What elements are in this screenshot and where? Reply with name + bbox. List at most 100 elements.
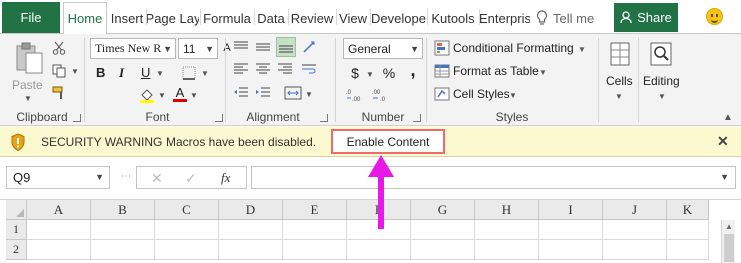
cells-dropdown-icon[interactable]: ▼ bbox=[615, 92, 623, 101]
percent-button[interactable]: % bbox=[380, 64, 398, 82]
scroll-up-icon[interactable]: ▲ bbox=[725, 222, 733, 231]
formula-bar-grip-icon[interactable]: ⋮ bbox=[120, 171, 131, 180]
paste-icon[interactable] bbox=[12, 40, 46, 76]
tab-formulas[interactable]: Formula bbox=[201, 2, 253, 34]
increase-indent-icon[interactable] bbox=[254, 84, 272, 102]
column-header[interactable]: I bbox=[539, 200, 603, 220]
grid-cell[interactable] bbox=[283, 240, 347, 260]
tab-insert[interactable]: Insert bbox=[108, 2, 146, 34]
formula-input[interactable]: ▼ bbox=[251, 166, 736, 189]
grid-cell[interactable] bbox=[667, 240, 709, 260]
editing-icon[interactable] bbox=[648, 40, 674, 68]
column-header[interactable]: D bbox=[219, 200, 283, 220]
align-middle-icon[interactable] bbox=[254, 38, 272, 56]
fill-color-dropdown-icon[interactable]: ▼ bbox=[158, 91, 166, 100]
column-header[interactable]: K bbox=[667, 200, 709, 220]
share-button[interactable]: Share bbox=[614, 3, 678, 32]
close-icon[interactable]: ✕ bbox=[717, 133, 729, 150]
comma-button[interactable]: , bbox=[405, 60, 421, 80]
enable-content-button[interactable]: Enable Content bbox=[331, 129, 445, 154]
conditional-formatting-dropdown-icon[interactable]: ▼ bbox=[578, 45, 586, 54]
name-box[interactable]: Q9 ▼ bbox=[6, 166, 110, 189]
font-name-combo[interactable]: Times New R ▼ bbox=[90, 38, 176, 59]
tab-review[interactable]: Review bbox=[289, 2, 335, 34]
clipboard-launcher-icon[interactable] bbox=[73, 114, 81, 122]
select-all-corner[interactable] bbox=[6, 200, 27, 220]
tell-me-search[interactable]: Tell me bbox=[536, 2, 594, 34]
column-header[interactable]: A bbox=[27, 200, 91, 220]
grid-cell[interactable] bbox=[91, 240, 155, 260]
copy-dropdown-icon[interactable]: ▼ bbox=[71, 67, 79, 76]
grid-cell[interactable] bbox=[91, 220, 155, 240]
grid-cell[interactable] bbox=[603, 240, 667, 260]
font-color-dropdown-icon[interactable]: ▼ bbox=[190, 91, 198, 100]
bold-button[interactable]: B bbox=[96, 65, 105, 80]
borders-dropdown-icon[interactable]: ▼ bbox=[201, 69, 209, 78]
grid-cell[interactable] bbox=[411, 240, 475, 260]
grid-cell[interactable] bbox=[283, 220, 347, 240]
orientation-icon[interactable] bbox=[300, 38, 318, 56]
column-header[interactable]: J bbox=[603, 200, 667, 220]
font-color-icon[interactable]: A bbox=[172, 85, 188, 103]
tab-developer[interactable]: Develope bbox=[371, 2, 426, 34]
format-as-table-dropdown-icon[interactable]: ▼ bbox=[539, 68, 547, 77]
column-header[interactable]: G bbox=[411, 200, 475, 220]
insert-function-button[interactable]: fx bbox=[221, 170, 230, 186]
paste-dropdown-icon[interactable]: ▼ bbox=[24, 94, 32, 103]
grid-cell[interactable] bbox=[27, 240, 91, 260]
currency-button[interactable]: $ bbox=[345, 64, 365, 82]
cell-styles-label[interactable]: Cell Styles bbox=[453, 87, 510, 101]
grid-cell[interactable] bbox=[475, 240, 539, 260]
number-format-combo[interactable]: General ▼ bbox=[343, 38, 423, 59]
expand-formula-icon[interactable]: ▼ bbox=[720, 172, 729, 182]
column-header[interactable]: E bbox=[283, 200, 347, 220]
align-left-icon[interactable] bbox=[232, 60, 250, 78]
cell-styles-icon[interactable] bbox=[433, 85, 451, 103]
tab-view[interactable]: View bbox=[337, 2, 369, 34]
grid-cell[interactable] bbox=[347, 240, 411, 260]
align-bottom-icon[interactable] bbox=[276, 37, 296, 57]
collapse-ribbon-icon[interactable]: ▲ bbox=[722, 112, 734, 123]
vertical-scrollbar[interactable]: ▲ bbox=[721, 220, 735, 263]
copy-icon[interactable] bbox=[50, 62, 68, 80]
alignment-launcher-icon[interactable] bbox=[320, 114, 328, 122]
tab-page-layout[interactable]: Page Lay bbox=[147, 2, 199, 34]
tab-data[interactable]: Data bbox=[255, 2, 287, 34]
grid-cell[interactable] bbox=[155, 220, 219, 240]
grid-cell[interactable] bbox=[539, 240, 603, 260]
tab-kutools[interactable]: Kutools bbox=[428, 2, 478, 34]
cancel-icon[interactable]: ✕ bbox=[151, 170, 163, 187]
merge-center-icon[interactable] bbox=[282, 84, 304, 102]
grid-cell[interactable] bbox=[603, 220, 667, 240]
align-right-icon[interactable] bbox=[276, 60, 294, 78]
font-launcher-icon[interactable] bbox=[215, 114, 223, 122]
grid-cell[interactable] bbox=[155, 240, 219, 260]
increase-decimal-icon[interactable]: .0.00 bbox=[345, 86, 365, 104]
grid-cell[interactable] bbox=[667, 220, 709, 240]
align-center-icon[interactable] bbox=[254, 60, 272, 78]
editing-label[interactable]: Editing bbox=[643, 74, 680, 88]
cut-icon[interactable] bbox=[50, 39, 68, 57]
borders-icon[interactable] bbox=[180, 65, 198, 81]
number-launcher-icon[interactable] bbox=[413, 114, 421, 122]
italic-button[interactable]: I bbox=[119, 65, 124, 81]
scrollbar-thumb[interactable] bbox=[724, 234, 734, 262]
underline-button[interactable]: U bbox=[141, 65, 150, 80]
grid-cell[interactable] bbox=[411, 220, 475, 240]
format-as-table-icon[interactable] bbox=[433, 62, 451, 80]
format-painter-icon[interactable] bbox=[50, 84, 68, 102]
cells-label[interactable]: Cells bbox=[606, 74, 633, 88]
conditional-formatting-label[interactable]: Conditional Formatting bbox=[453, 41, 574, 55]
tab-enterprise[interactable]: Enterpris bbox=[480, 2, 530, 34]
column-header[interactable]: C bbox=[155, 200, 219, 220]
format-as-table-label[interactable]: Format as Table bbox=[453, 64, 539, 78]
decrease-indent-icon[interactable] bbox=[232, 84, 250, 102]
tab-file[interactable]: File bbox=[2, 2, 60, 33]
grid-cell[interactable] bbox=[219, 240, 283, 260]
cell-styles-dropdown-icon[interactable]: ▼ bbox=[509, 91, 517, 100]
grid-cell[interactable] bbox=[539, 220, 603, 240]
wrap-text-icon[interactable] bbox=[300, 60, 318, 78]
row-header[interactable]: 2 bbox=[6, 240, 27, 260]
tab-home[interactable]: Home bbox=[63, 2, 107, 35]
conditional-formatting-icon[interactable] bbox=[433, 39, 451, 57]
